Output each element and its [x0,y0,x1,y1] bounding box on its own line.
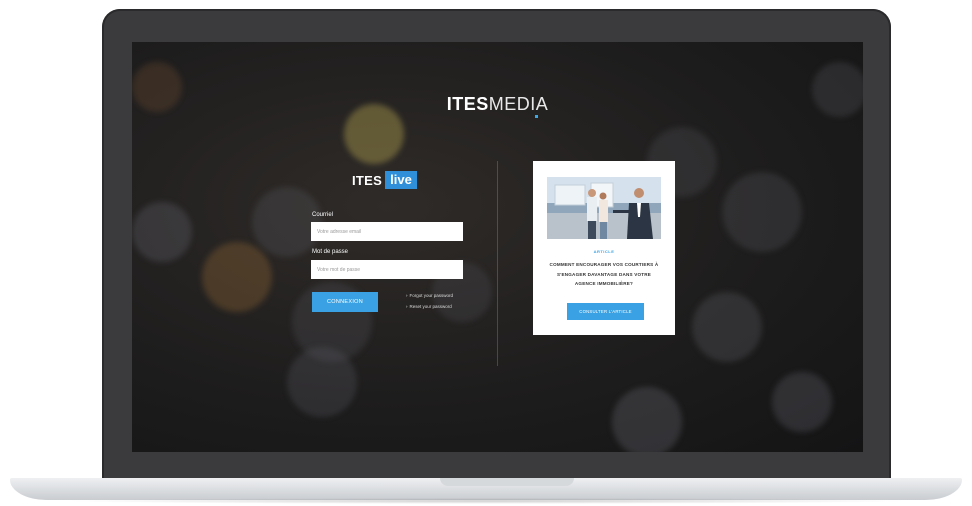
bokeh-light [722,172,802,252]
password-field[interactable] [311,260,463,279]
divider [497,161,498,366]
brand-bold: ITES [446,94,489,114]
connexion-button[interactable]: CONNEXION [312,292,378,312]
bokeh-light [287,347,357,417]
brand-dot [535,115,538,118]
reset-password-link[interactable]: › Reset your password [406,304,452,309]
consult-article-button[interactable]: CONSULTER L'ARTICLE [567,303,644,320]
article-card: ARTICLE COMMENT ENCOURAGER VOS COURTIERS… [533,161,675,335]
brand-light: MEDIA [488,94,549,114]
bokeh-light [612,387,682,452]
chevron-right-icon: › [406,293,408,298]
logo-live: live [385,171,417,189]
bokeh-light [202,242,272,312]
laptop-notch [440,478,574,486]
article-label: ARTICLE [593,249,615,254]
laptop-shadow [60,498,912,504]
forgot-password-link[interactable]: › Forgot your password [406,293,453,298]
email-field[interactable] [311,222,463,241]
forgot-password-text: Forgot your password [409,293,454,298]
laptop-base [10,478,962,500]
article-photo-image [547,177,661,239]
article-photo [547,177,661,239]
ites-live-logo: ITES live [352,170,417,190]
article-title: COMMENT ENCOURAGER VOS COURTIERS À S'ENG… [549,262,659,286]
password-label: Mot de passe [312,249,349,255]
chevron-right-icon: › [406,304,408,309]
logo-ites: ITES [352,172,383,188]
bokeh-light [772,372,832,432]
email-label: Courriel [312,212,334,218]
reset-password-text: Reset your password [409,304,452,309]
login-screen: ITESMEDIA ITES live Courriel Mot de pass… [132,42,863,452]
bokeh-light [132,202,192,262]
bokeh-light [692,292,762,362]
brand-logo: ITESMEDIA [132,94,863,115]
